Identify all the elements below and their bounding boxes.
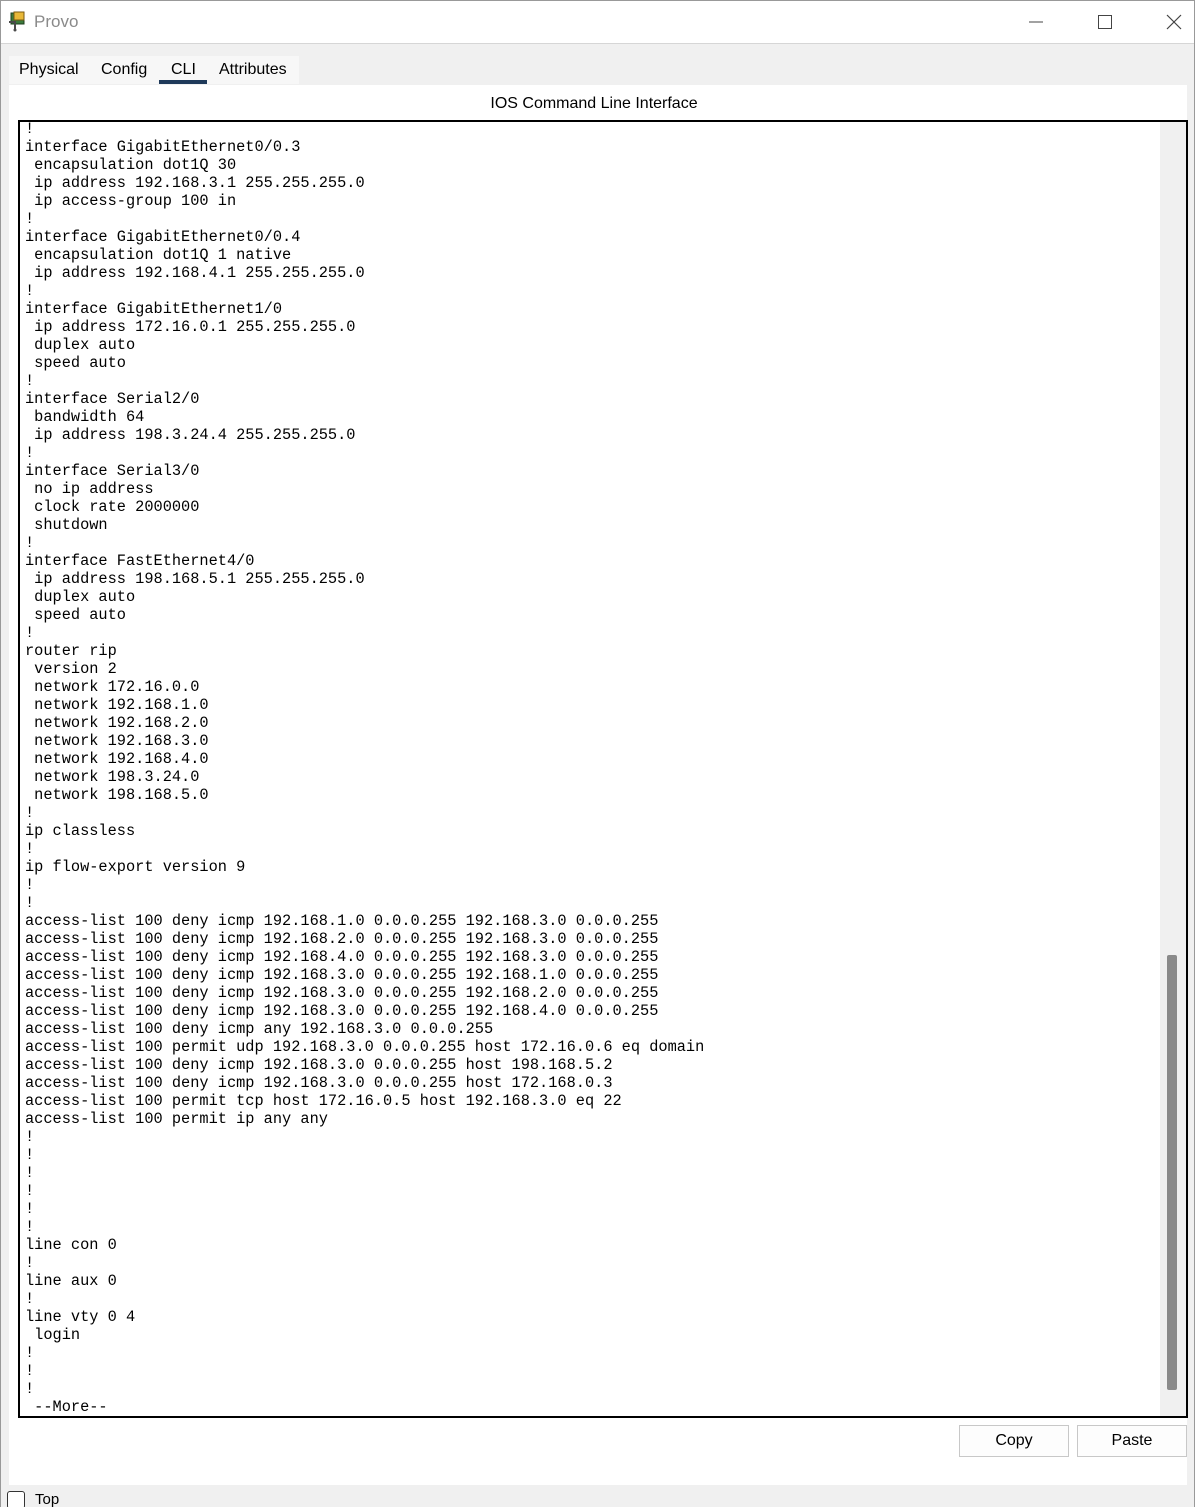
tab-config[interactable]: Config — [101, 56, 147, 84]
tab-attributes[interactable]: Attributes — [219, 56, 287, 84]
active-tab-indicator — [159, 80, 207, 84]
maximize-icon — [1098, 15, 1112, 29]
close-icon — [1166, 14, 1182, 30]
terminal-output[interactable]: ! interface GigabitEthernet0/0.3 encapsu… — [25, 122, 704, 1416]
cli-window: Provo Physical Config CLI Attributes IOS… — [0, 0, 1195, 1507]
window-title: Provo — [34, 12, 79, 31]
scrollbar-thumb[interactable] — [1167, 955, 1177, 1390]
tab-physical[interactable]: Physical — [19, 56, 79, 84]
close-button[interactable] — [1151, 1, 1195, 43]
top-label: Top — [35, 1491, 60, 1507]
paste-button[interactable]: Paste — [1077, 1425, 1187, 1457]
bottom-bar — [1, 1485, 1194, 1507]
maximize-button[interactable] — [1082, 1, 1128, 43]
top-checkbox[interactable] — [7, 1491, 25, 1507]
cli-terminal[interactable]: ! interface GigabitEthernet0/0.3 encapsu… — [18, 120, 1188, 1418]
packet-tracer-router-icon — [7, 10, 29, 32]
minimize-button[interactable] — [1013, 1, 1059, 43]
copy-button[interactable]: Copy — [959, 1425, 1069, 1457]
panel-title: IOS Command Line Interface — [490, 95, 698, 112]
terminal-scrollbar[interactable] — [1160, 122, 1186, 1416]
tab-strip: Physical Config CLI Attributes — [9, 56, 299, 84]
minimize-icon — [1029, 21, 1043, 23]
title-bar: Provo — [1, 1, 1194, 44]
